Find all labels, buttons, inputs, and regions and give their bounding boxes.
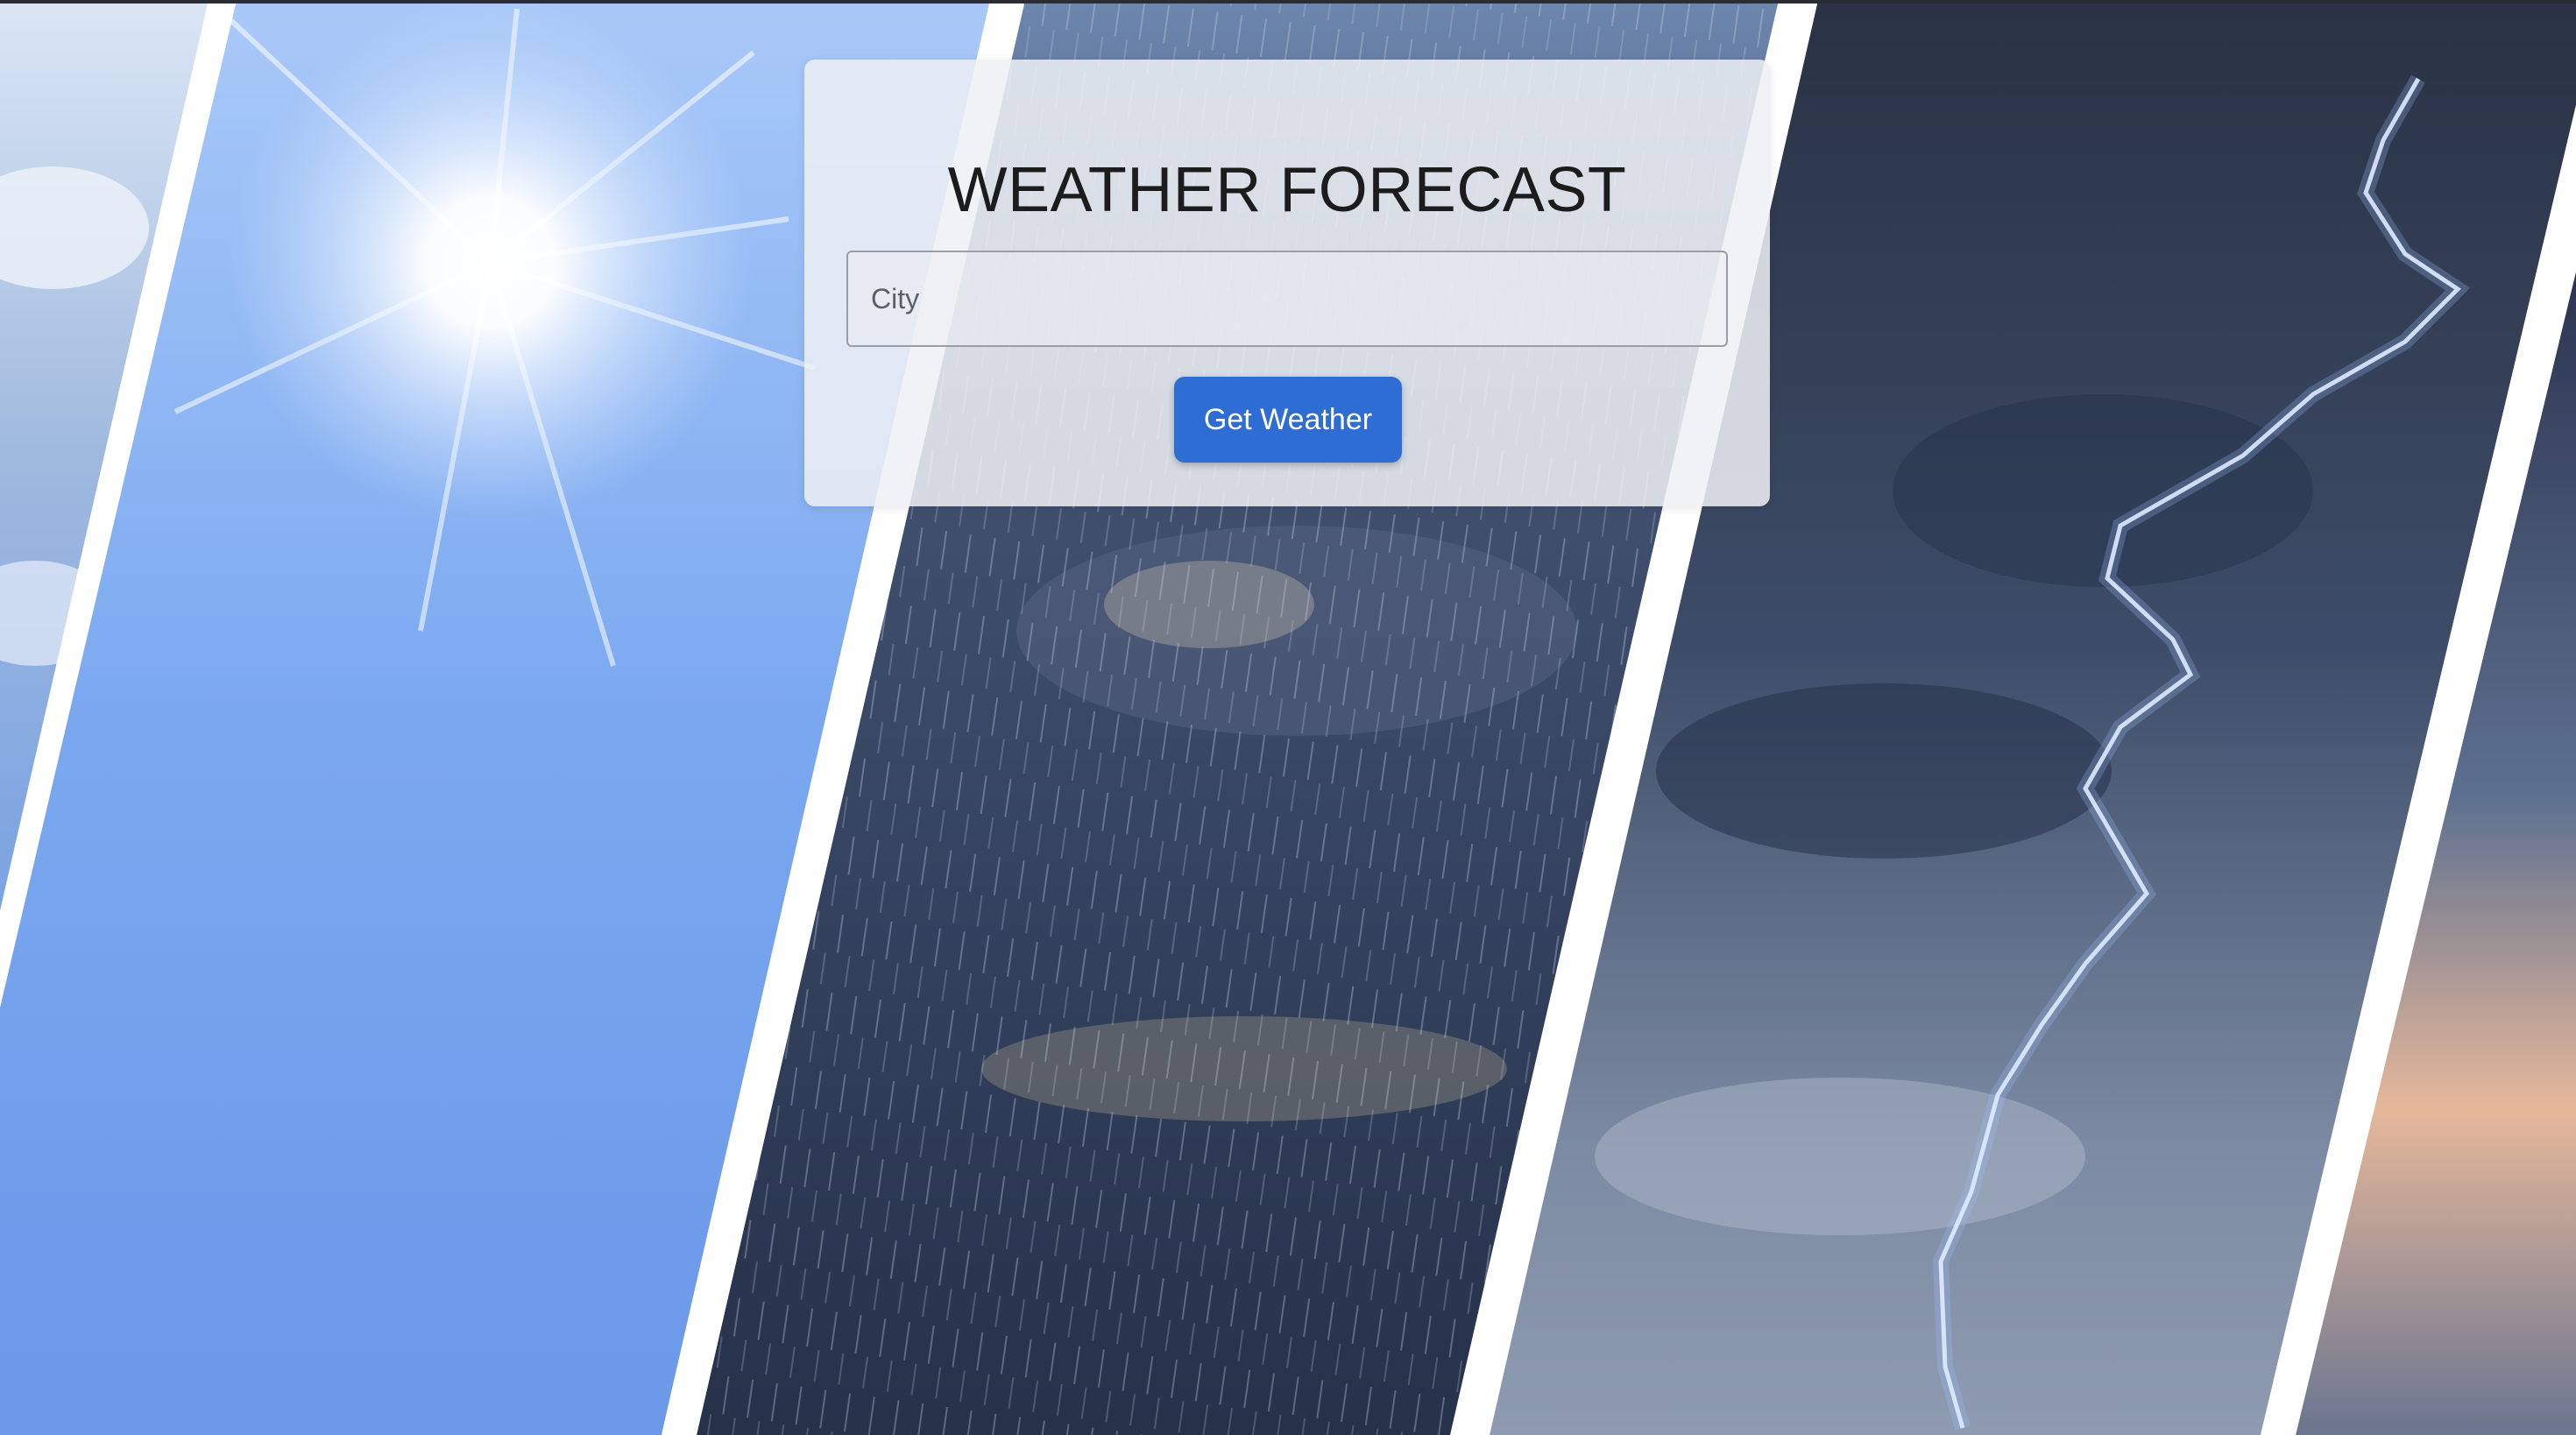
city-input[interactable]: [846, 251, 1728, 347]
window-top-edge: [0, 0, 2576, 4]
page-title: WEATHER FORECAST: [947, 155, 1627, 225]
weather-search-card: WEATHER FORECAST Get Weather: [804, 60, 1770, 506]
get-weather-button[interactable]: Get Weather: [1174, 377, 1402, 463]
